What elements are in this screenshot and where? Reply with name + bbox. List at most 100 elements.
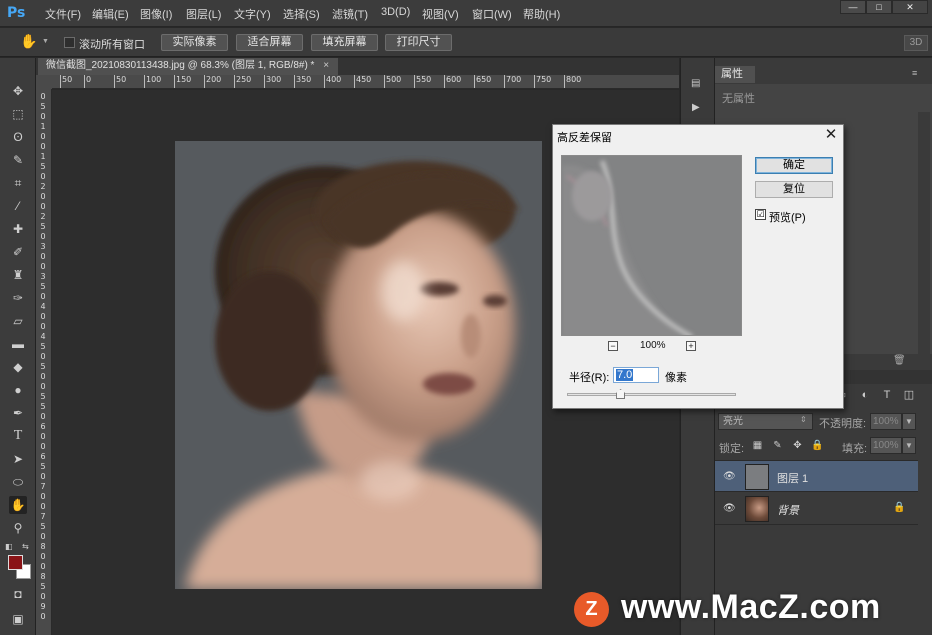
print-size-button[interactable]: 打印尺寸 (385, 34, 452, 51)
menu-layer[interactable]: 图层(L) (186, 6, 221, 22)
fill-dropdown-icon[interactable]: ▼ (902, 437, 916, 454)
ruler-tick: 1 (40, 122, 46, 131)
dodge-tool-icon[interactable]: ● (9, 381, 27, 399)
reset-button[interactable]: 复位 (755, 181, 833, 198)
dialog-title: 高反差保留 (557, 132, 612, 144)
trash-icon[interactable]: 🗑 (893, 355, 906, 366)
foreground-color-swatch[interactable] (8, 555, 23, 570)
menu-help[interactable]: 帮助(H) (523, 6, 560, 22)
ruler-tick: 0 (40, 192, 46, 201)
3d-mode-button[interactable]: 3D (904, 35, 928, 51)
document-image[interactable] (175, 141, 542, 589)
ruler-tick: 0 (40, 592, 46, 601)
ruler-tick: 5 (40, 102, 46, 111)
preview-checkbox[interactable]: ☑ (755, 209, 766, 220)
menu-edit[interactable]: 编辑(E) (92, 6, 129, 22)
type-tool-icon[interactable]: T (9, 427, 27, 445)
lock-position-icon[interactable]: ✥ (792, 440, 803, 451)
properties-tab[interactable]: 属性 (715, 66, 755, 83)
blend-mode-chevron-icon[interactable]: ⇕ (800, 415, 807, 424)
properties-scrollbar[interactable] (918, 112, 930, 354)
pen-tool-icon[interactable]: ✒ (9, 404, 27, 422)
filter-adjust-icon[interactable]: ◐ (858, 388, 872, 402)
healing-brush-tool-icon[interactable]: ✚ (9, 220, 27, 238)
actual-pixels-button[interactable]: 实际像素 (161, 34, 228, 51)
fill-input[interactable]: 100% (870, 437, 902, 454)
visibility-eye-icon[interactable]: 👁 (723, 503, 736, 515)
hand-tool-preset-icon[interactable]: ✋ (20, 33, 37, 50)
history-brush-tool-icon[interactable]: ✑ (9, 289, 27, 307)
blend-mode-select[interactable]: 亮光 (718, 413, 813, 430)
fit-screen-button[interactable]: 适合屏幕 (236, 34, 303, 51)
hand-tool-icon[interactable]: ✋ (9, 496, 27, 514)
ruler-tick: 6 (40, 422, 46, 431)
menu-view[interactable]: 视图(V) (422, 6, 459, 22)
close-icon[interactable]: ✕ (821, 126, 841, 144)
lock-pixels-icon[interactable]: ✎ (772, 440, 783, 451)
history-panel-icon[interactable]: ▤ (691, 78, 700, 89)
panel-menu-icon[interactable]: ≡ (912, 68, 917, 78)
document-tab[interactable]: 微信截图_20210830113438.jpg @ 68.3% (图层 1, R… (38, 58, 338, 75)
quick-select-tool-icon[interactable]: ✎ (9, 151, 27, 169)
radius-input[interactable]: 7.0 (613, 367, 659, 383)
radius-slider[interactable] (567, 393, 736, 396)
marquee-tool-icon[interactable]: ⬚ (9, 105, 27, 123)
ruler-tick: 500 (384, 75, 401, 88)
visibility-eye-icon[interactable]: 👁 (723, 471, 736, 483)
play-actions-icon[interactable]: ▶ (692, 102, 700, 113)
ruler-horizontal[interactable]: 50 0 50 100 150 200 250 300 350 400 450 … (52, 75, 679, 89)
menu-image[interactable]: 图像(I) (140, 6, 172, 22)
menu-select[interactable]: 选择(S) (283, 6, 320, 22)
watermark-logo: Z (574, 592, 609, 627)
clone-stamp-tool-icon[interactable]: ♜ (9, 266, 27, 284)
screen-mode-icon[interactable]: ▣ (9, 610, 27, 628)
ruler-tick: 600 (444, 75, 461, 88)
layer-row[interactable]: 👁 背景 🔒 (715, 493, 918, 525)
opacity-input[interactable]: 100% (870, 413, 902, 430)
ruler-origin[interactable] (36, 75, 52, 89)
ruler-tick: 6 (40, 452, 46, 461)
eyedropper-tool-icon[interactable]: ⁄ (9, 197, 27, 215)
close-tab-icon[interactable]: × (323, 60, 329, 71)
ruler-tick: 4 (40, 302, 46, 311)
ruler-vertical[interactable]: 0501001502002503003504004505005506006507… (36, 89, 52, 635)
lasso-tool-icon[interactable]: ʘ (9, 128, 27, 146)
move-tool-icon[interactable]: ✥ (9, 82, 27, 100)
ellipse-tool-icon[interactable]: ⬭ (9, 473, 27, 491)
menu-filter[interactable]: 滤镜(T) (332, 6, 368, 22)
scroll-all-windows-checkbox[interactable] (64, 37, 75, 48)
ruler-tick: 250 (234, 75, 251, 88)
menu-file[interactable]: 文件(F) (45, 6, 81, 22)
radius-slider-thumb[interactable] (616, 389, 626, 399)
path-selection-tool-icon[interactable]: ➤ (9, 450, 27, 468)
menu-3d[interactable]: 3D(D) (381, 6, 410, 18)
zoom-out-button[interactable]: − (608, 341, 618, 351)
minimize-button[interactable]: — (840, 0, 866, 14)
quick-mask-icon[interactable]: ◘ (9, 585, 27, 603)
filter-preview[interactable] (561, 155, 742, 336)
zoom-in-button[interactable]: + (686, 341, 696, 351)
chevron-down-icon[interactable]: ▼ (42, 38, 49, 45)
filter-type-icon[interactable]: T (880, 388, 894, 402)
crop-tool-icon[interactable]: ⌗ (9, 174, 27, 192)
brush-tool-icon[interactable]: ✐ (9, 243, 27, 261)
eraser-tool-icon[interactable]: ▱ (9, 312, 27, 330)
maximize-button[interactable]: □ (866, 0, 892, 14)
swap-colors-icon[interactable]: ⇆ (22, 542, 29, 551)
blur-tool-icon[interactable]: ◆ (9, 358, 27, 376)
gradient-tool-icon[interactable]: ▬ (9, 335, 27, 353)
default-colors-icon[interactable]: ◧ (5, 542, 13, 551)
opacity-dropdown-icon[interactable]: ▼ (902, 413, 916, 430)
zoom-tool-icon[interactable]: ⚲ (9, 519, 27, 537)
menu-window[interactable]: 窗口(W) (472, 6, 512, 22)
menu-type[interactable]: 文字(Y) (234, 6, 271, 22)
filter-shape-icon[interactable]: ◫ (902, 388, 916, 402)
lock-transparent-icon[interactable]: ▦ (752, 440, 763, 451)
close-window-button[interactable]: ✕ (892, 0, 928, 14)
ruler-tick: 5 (40, 362, 46, 371)
layer-row[interactable]: 👁 图层 1 (715, 460, 918, 492)
ruler-tick: 0 (40, 432, 46, 441)
fill-screen-button[interactable]: 填充屏幕 (311, 34, 378, 51)
ok-button[interactable]: 确定 (755, 157, 833, 174)
lock-all-icon[interactable]: 🔒 (811, 440, 823, 451)
